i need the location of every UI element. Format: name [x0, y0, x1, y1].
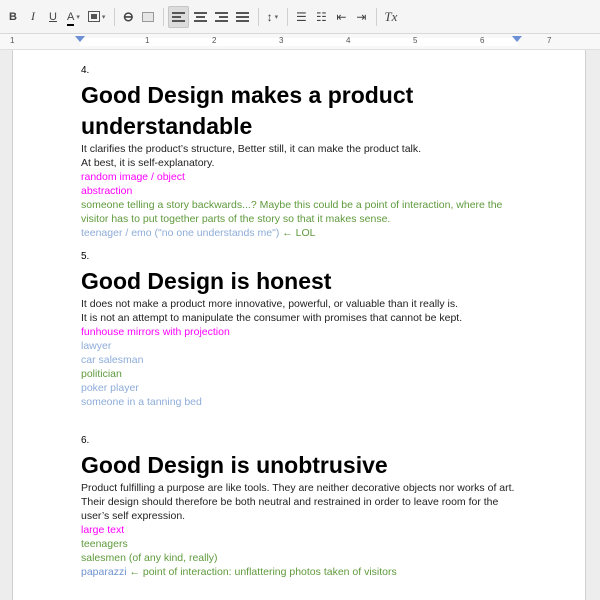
insert-link-button[interactable]: ⊖: [119, 6, 137, 28]
highlight-color-button[interactable]: ▾: [85, 6, 109, 28]
note-line: salesmen (of any kind, really): [81, 552, 218, 564]
insert-image-button[interactable]: [139, 6, 157, 28]
clear-formatting-button[interactable]: Tx: [381, 6, 400, 28]
body-text: At best, it is self-explanatory.: [81, 157, 215, 169]
horizontal-ruler[interactable]: 1 1 2 3 4 5 6 7: [0, 34, 600, 50]
increase-indent-icon: ⇥: [356, 9, 367, 24]
line-spacing-icon: ↕: [266, 9, 273, 24]
body-text: Their design should therefore be both ne…: [81, 496, 499, 508]
note-text: ← LOL: [279, 227, 316, 239]
ruler-label: 2: [212, 36, 217, 45]
align-center-button[interactable]: [191, 6, 210, 28]
body-text: It clarifies the product’s structure, Be…: [81, 143, 422, 155]
clear-formatting-icon: Tx: [384, 8, 398, 24]
note-line: large text: [81, 524, 125, 536]
toolbar-divider: [163, 7, 165, 26]
highlight-icon: [87, 11, 100, 22]
bulleted-list-button[interactable]: ☷: [312, 6, 330, 28]
align-left-icon: [172, 10, 186, 24]
note-line: paparazzi ← point of interaction: unflat…: [81, 565, 511, 579]
ruler-label: 3: [279, 36, 284, 45]
link-icon: ⊖: [122, 8, 134, 24]
text-color-icon: A: [67, 11, 75, 26]
ruler-label: 6: [480, 36, 485, 45]
chevron-down-icon: ▾: [101, 13, 106, 21]
note-line: teenager / emo ("no one understands me")…: [81, 226, 511, 240]
section-heading: Good Design is honest: [81, 268, 332, 294]
align-center-icon: [194, 10, 208, 24]
section-heading: understandable: [81, 113, 253, 139]
section-heading: Good Design is unobtrusive: [81, 452, 388, 478]
ruler-label: 1: [145, 36, 150, 45]
note-text: ← point of interaction: unflattering pho…: [126, 566, 397, 578]
note-line: lawyer: [81, 340, 112, 352]
section-number: 6.: [81, 435, 90, 446]
note-line: abstraction: [81, 185, 133, 197]
bold-button[interactable]: B: [4, 6, 22, 28]
note-text: teenager / emo ("no one understands me"): [81, 227, 280, 239]
section-5: 5. Good Design is honest It does not mak…: [81, 252, 511, 409]
chevron-down-icon: ▾: [76, 13, 80, 21]
body-text: It does not make a product more innovati…: [81, 298, 459, 310]
body-text: Product fulfilling a purpose are like to…: [81, 482, 515, 494]
line-spacing-button[interactable]: ↕ ▾: [263, 6, 281, 28]
numbered-list-button[interactable]: ☰: [292, 6, 310, 28]
note-line: politician: [81, 368, 122, 380]
toolbar-divider: [114, 7, 116, 26]
decrease-indent-icon: ⇤: [336, 9, 347, 24]
note-line: random image / object: [81, 171, 185, 183]
formatting-toolbar: B I U A ▾ ▾ ⊖ ↕ ▾ ☰ ☷ ⇤ ⇥ Tx: [0, 0, 600, 34]
note-line: visitor has to put together parts of the…: [81, 213, 391, 225]
toolbar-divider: [258, 7, 260, 26]
ruler-label: 4: [346, 36, 351, 45]
note-line: someone in a tanning bed: [81, 396, 202, 408]
section-4: 4. Good Design makes a product understan…: [81, 66, 511, 240]
decrease-indent-button[interactable]: ⇤: [332, 6, 350, 28]
image-icon: [142, 11, 155, 22]
italic-button[interactable]: I: [24, 6, 42, 28]
left-indent-marker[interactable]: [75, 36, 85, 42]
chevron-down-icon: ▾: [274, 13, 279, 21]
note-line: funhouse mirrors with projection: [81, 326, 230, 338]
section-heading: Good Design makes a product: [81, 82, 414, 108]
align-left-button[interactable]: [168, 5, 190, 28]
note-line: teenagers: [81, 538, 128, 550]
body-text: It is not an attempt to manipulate the c…: [81, 312, 463, 324]
document-page[interactable]: 4. Good Design makes a product understan…: [12, 50, 586, 600]
section-number: 5.: [81, 251, 90, 262]
ruler-label: 1: [10, 36, 15, 45]
increase-indent-button[interactable]: ⇥: [352, 6, 370, 28]
toolbar-divider: [287, 7, 289, 26]
text-color-button[interactable]: A ▾: [64, 6, 83, 28]
numbered-list-icon: ☰: [295, 9, 307, 24]
note-line: someone telling a story backwards...? Ma…: [81, 199, 503, 211]
underline-button[interactable]: U: [44, 6, 62, 28]
align-right-button[interactable]: [212, 6, 231, 28]
ruler-label: 5: [413, 36, 418, 45]
section-number: 4.: [81, 65, 90, 76]
ruler-label: 7: [547, 36, 552, 45]
toolbar-divider: [376, 7, 378, 26]
note-line: car salesman: [81, 354, 144, 366]
body-text: user’s self expression.: [81, 510, 186, 522]
align-right-icon: [215, 10, 229, 24]
note-text: paparazzi: [81, 566, 127, 578]
document-canvas[interactable]: 4. Good Design makes a product understan…: [0, 50, 600, 600]
align-justify-button[interactable]: [233, 6, 252, 28]
section-6: 6. Good Design is unobtrusive Product fu…: [81, 435, 515, 579]
align-justify-icon: [236, 10, 250, 24]
bulleted-list-icon: ☷: [315, 9, 327, 24]
note-line: poker player: [81, 382, 139, 394]
right-indent-marker[interactable]: [512, 36, 522, 42]
